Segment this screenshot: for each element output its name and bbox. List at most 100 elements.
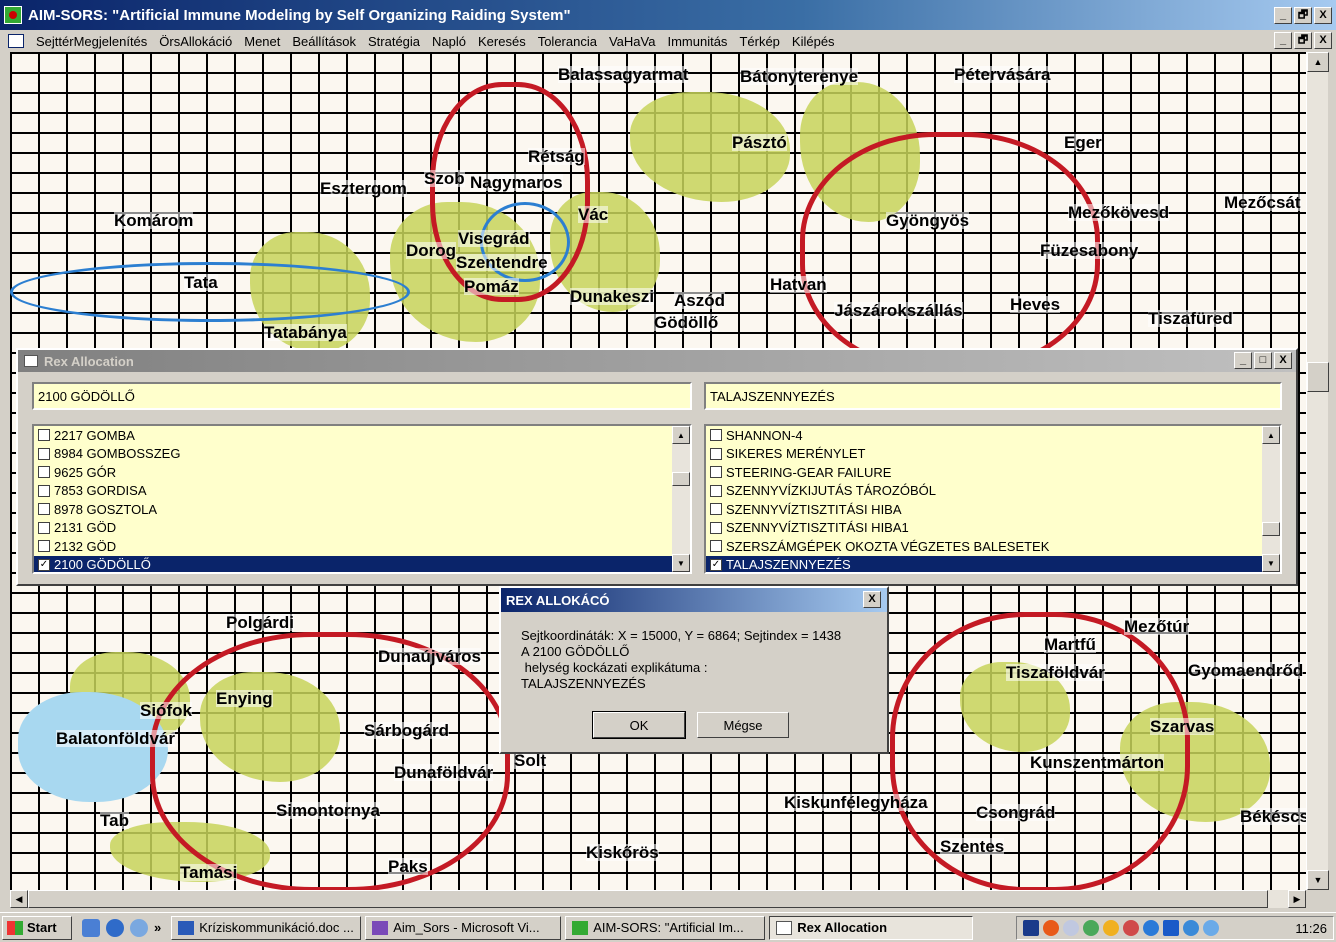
task-rex-allocation[interactable]: Rex Allocation: [769, 915, 974, 940]
network-icon[interactable]: [1063, 920, 1079, 936]
checkbox[interactable]: [710, 484, 722, 497]
menu-sejtter[interactable]: SejttérMegjelenítés: [30, 34, 153, 49]
location-list-item[interactable]: ✓ 2100 GÖDÖLLŐ: [34, 555, 690, 572]
risk-list-item[interactable]: SZENNYVÍZKIJUTÁS TÁROZÓBÓL: [706, 482, 1280, 501]
task-kriziskommunikacio[interactable]: Kríziskommunikáció.doc ...: [171, 915, 362, 940]
media-player-icon[interactable]: [130, 918, 148, 937]
risk-list-item[interactable]: ✓ TALAJSZENNYEZÉS: [706, 555, 1280, 572]
risk-field[interactable]: TALAJSZENNYEZÉS: [704, 382, 1282, 410]
scroll-down-arrow-icon[interactable]: ▼: [1262, 554, 1280, 572]
scroll-up-arrow-icon[interactable]: ▲: [1262, 426, 1280, 444]
menu-naplo[interactable]: Napló: [426, 34, 472, 49]
bluetooth-icon[interactable]: [1143, 920, 1159, 936]
location-list-scroll-thumb[interactable]: [672, 472, 690, 486]
rex-maximize-button[interactable]: □: [1254, 352, 1272, 369]
location-list-item[interactable]: 2132 GÖD: [34, 537, 690, 556]
vertical-scroll-thumb[interactable]: [1307, 362, 1329, 392]
checkbox[interactable]: [38, 484, 50, 497]
menu-kilepes[interactable]: Kilépés: [786, 34, 841, 49]
risk-listbox[interactable]: SHANNON-4 SIKERES MERÉNYLET STEERING-GEAR …: [704, 424, 1282, 574]
vertical-scrollbar[interactable]: ▲ ▼: [1306, 52, 1329, 890]
risk-list-item[interactable]: SZERSZÁMGÉPEK OKOZTA VÉGZETES BALESETEK: [706, 537, 1280, 556]
checkbox[interactable]: [38, 540, 50, 553]
rex-close-button[interactable]: X: [1274, 352, 1292, 369]
location-list-item[interactable]: 9625 GÓR: [34, 463, 690, 482]
checkbox[interactable]: [38, 521, 50, 534]
risk-list-item[interactable]: SZENNYVÍZTISZTITÁSI HIBA1: [706, 519, 1280, 538]
minimize-button[interactable]: _: [1274, 6, 1292, 24]
task-aim-sors-vs[interactable]: Aim_Sors - Microsoft Vi...: [365, 915, 562, 940]
location-list-item[interactable]: 7853 GORDISA: [34, 482, 690, 501]
update-icon[interactable]: [1083, 920, 1099, 936]
menu-beallitasok[interactable]: Beállítások: [286, 34, 362, 49]
checkbox[interactable]: [710, 521, 722, 534]
document-icon[interactable]: [8, 34, 24, 48]
risk-list-item[interactable]: SZENNYVÍZTISZTITÁSI HIBA: [706, 500, 1280, 519]
checkbox[interactable]: [710, 466, 722, 479]
restore-button[interactable]: 🗗: [1294, 6, 1312, 24]
checkbox[interactable]: [38, 466, 50, 479]
mdi-restore-button[interactable]: 🗗: [1294, 32, 1312, 49]
checkbox[interactable]: ✓: [710, 558, 722, 571]
risk-list-scrollbar[interactable]: ▲ ▼: [1262, 426, 1280, 572]
messenger-icon[interactable]: [1183, 920, 1199, 936]
rex-window-titlebar[interactable]: Rex Allocation _ □ X: [18, 350, 1296, 372]
scroll-right-arrow-icon[interactable]: ▶: [1288, 890, 1306, 908]
menu-kereses[interactable]: Keresés: [472, 34, 532, 49]
checkbox[interactable]: [710, 503, 722, 516]
menu-terkep[interactable]: Térkép: [733, 34, 785, 49]
input-language-icon[interactable]: [1023, 920, 1039, 936]
location-list-item[interactable]: 2217 GOMBA: [34, 426, 690, 445]
close-button[interactable]: X: [1314, 6, 1332, 24]
checkbox[interactable]: [710, 540, 722, 553]
dialog-titlebar[interactable]: REX ALLOKÁCÓ X: [501, 588, 887, 612]
cancel-button[interactable]: Mégse: [697, 712, 789, 738]
dialog-close-button[interactable]: X: [863, 591, 881, 608]
checkbox[interactable]: ✓: [38, 558, 50, 571]
title-bar[interactable]: AIM-SORS: "Artificial Immune Modeling by…: [0, 0, 1336, 30]
checkbox[interactable]: [38, 447, 50, 460]
horizontal-scroll-thumb[interactable]: [28, 890, 1268, 908]
mdi-close-button[interactable]: X: [1314, 32, 1332, 49]
location-list-item[interactable]: 2131 GÖD: [34, 519, 690, 538]
risk-list-item[interactable]: STEERING-GEAR FAILURE: [706, 463, 1280, 482]
security-icon[interactable]: [1103, 920, 1119, 936]
menu-tolerancia[interactable]: Tolerancia: [532, 34, 603, 49]
location-listbox[interactable]: 2217 GOMBA 8984 GOMBOSSZEG 9625 GÓR 7853 GO…: [32, 424, 692, 574]
checkbox[interactable]: [38, 503, 50, 516]
menu-immunitas[interactable]: Immunitás: [661, 34, 733, 49]
menu-vahava[interactable]: VaHaVa: [603, 34, 662, 49]
risk-list-item[interactable]: SIKERES MERÉNYLET: [706, 445, 1280, 464]
mdi-minimize-button[interactable]: _: [1274, 32, 1292, 49]
location-list-item[interactable]: 8984 GOMBOSSZEG: [34, 445, 690, 464]
rex-minimize-button[interactable]: _: [1234, 352, 1252, 369]
quick-launch-overflow-icon[interactable]: »: [154, 920, 161, 935]
ok-button[interactable]: OK: [592, 711, 686, 739]
scroll-down-arrow-icon[interactable]: ▼: [672, 554, 690, 572]
sync-icon[interactable]: [1203, 920, 1219, 936]
task-aim-sors-app[interactable]: AIM-SORS: "Artificial Im...: [565, 915, 766, 940]
media-icon[interactable]: [1163, 920, 1179, 936]
checkbox[interactable]: [38, 429, 50, 442]
clock[interactable]: 11:26: [1295, 921, 1327, 936]
menu-menet[interactable]: Menet: [238, 34, 286, 49]
menu-orsallokacio[interactable]: ÖrsAllokáció: [153, 34, 238, 49]
scroll-up-arrow-icon[interactable]: ▲: [672, 426, 690, 444]
scroll-down-arrow-icon[interactable]: ▼: [1307, 870, 1329, 890]
risk-list-item[interactable]: SHANNON-4: [706, 426, 1280, 445]
checkbox[interactable]: [710, 447, 722, 460]
start-button[interactable]: Start: [2, 915, 72, 940]
antivirus-icon[interactable]: [1123, 920, 1139, 936]
scroll-up-arrow-icon[interactable]: ▲: [1307, 52, 1329, 72]
location-field[interactable]: 2100 GÖDÖLLŐ: [32, 382, 692, 410]
chrome-icon[interactable]: [1043, 920, 1059, 936]
show-desktop-icon[interactable]: [82, 918, 100, 937]
horizontal-scrollbar[interactable]: ◀ ▶: [10, 890, 1306, 908]
menu-strategia[interactable]: Stratégia: [362, 34, 426, 49]
location-list-item[interactable]: 8978 GOSZTOLA: [34, 500, 690, 519]
risk-list-scroll-thumb[interactable]: [1262, 522, 1280, 536]
internet-explorer-icon[interactable]: [106, 918, 124, 937]
location-list-scrollbar[interactable]: ▲ ▼: [672, 426, 690, 572]
checkbox[interactable]: [710, 429, 722, 442]
scroll-left-arrow-icon[interactable]: ◀: [10, 890, 28, 908]
